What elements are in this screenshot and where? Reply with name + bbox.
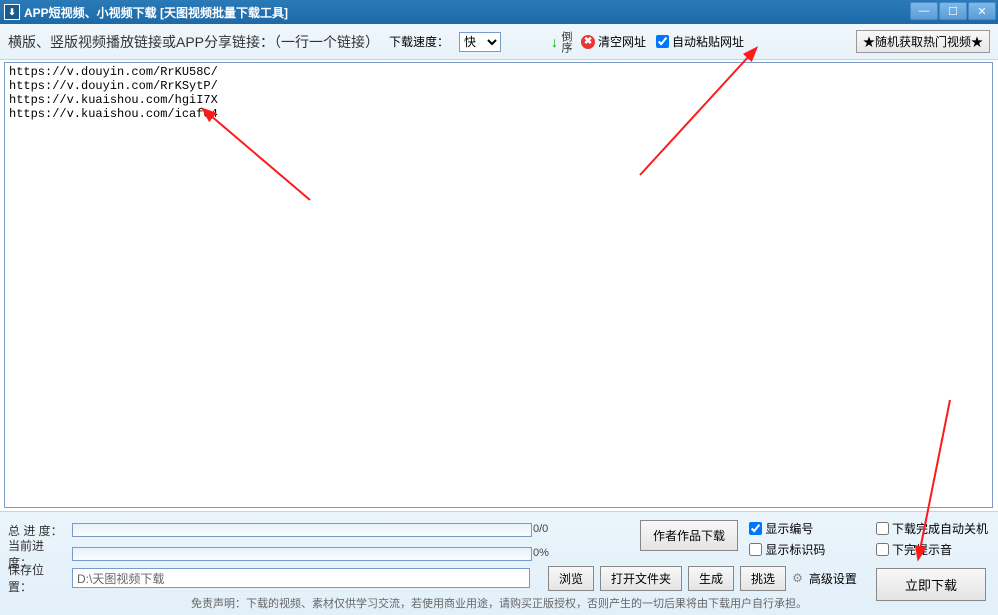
show-number-checkbox[interactable]: 显示编号 (749, 520, 825, 537)
clear-urls-button[interactable]: ✖ 清空网址 (581, 33, 646, 50)
close-button[interactable]: ✕ (968, 2, 996, 20)
disclaimer-text: 免责声明：下载的视频、素材仅供学习交流，若使用商业用途，请购买正版授权，否则产生… (0, 595, 998, 611)
show-code-label: 显示标识码 (765, 541, 825, 558)
speed-label: 下载速度： (389, 33, 449, 50)
total-progress-text: 0/0 (533, 523, 561, 535)
auto-paste-checkbox[interactable]: 自动粘贴网址 (656, 33, 744, 50)
auto-shutdown-label: 下载完成自动关机 (892, 520, 988, 537)
show-code-input[interactable] (749, 543, 762, 556)
total-progress-bar: 0/0 (72, 523, 532, 537)
show-number-label: 显示编号 (765, 520, 813, 537)
sort-label: 倒序 (560, 31, 571, 53)
save-path-input[interactable] (72, 568, 530, 588)
sort-button[interactable]: ↓ 倒序 (551, 31, 571, 53)
app-icon: ⬇ (4, 4, 20, 20)
show-code-checkbox[interactable]: 显示标识码 (749, 541, 825, 558)
bottom-panel: 总 进 度： 0/0 当前进度： 0% 保存位置： 浏览 打开文件夹 生成 挑选… (0, 511, 998, 615)
gear-icon: ⚙ (792, 571, 803, 585)
open-folder-button[interactable]: 打开文件夹 (600, 566, 682, 591)
minimize-button[interactable]: — (910, 2, 938, 20)
total-progress-label: 总 进 度： (8, 522, 66, 539)
show-number-input[interactable] (749, 522, 762, 535)
toolbar: 横版、竖版视频播放链接或APP分享链接：（一行一个链接） 下载速度： 快 ↓ 倒… (0, 24, 998, 60)
titlebar: ⬇ APP短视频、小视频下载 [天图视频批量下载工具] — ☐ ✕ (0, 0, 998, 24)
speed-select[interactable]: 快 (459, 32, 501, 52)
auto-shutdown-input[interactable] (876, 522, 889, 535)
window-title: APP短视频、小视频下载 [天图视频批量下载工具] (24, 4, 288, 21)
browse-button[interactable]: 浏览 (548, 566, 594, 591)
random-hot-button[interactable]: ★随机获取热门视频★ (856, 30, 990, 53)
mid-column: 作者作品下载 显示编号 显示标识码 (640, 520, 840, 558)
current-progress-bar: 0% (72, 547, 532, 561)
advanced-settings-link[interactable]: 高级设置 (809, 570, 857, 587)
right-column: 下载完成自动关机 下完提示音 立即下载 (876, 520, 988, 601)
clear-icon: ✖ (581, 35, 595, 49)
auto-paste-input[interactable] (656, 35, 669, 48)
author-works-button[interactable]: 作者作品下载 (640, 520, 738, 551)
current-progress-text: 0% (533, 547, 561, 559)
sound-label: 下完提示音 (892, 541, 952, 558)
sound-checkbox[interactable]: 下完提示音 (876, 541, 952, 558)
window-controls: — ☐ ✕ (910, 2, 996, 20)
maximize-button[interactable]: ☐ (939, 2, 967, 20)
down-arrow-icon: ↓ (551, 34, 558, 50)
url-instruction-label: 横版、竖版视频播放链接或APP分享链接：（一行一个链接） (8, 32, 379, 52)
auto-paste-label: 自动粘贴网址 (672, 33, 744, 50)
auto-shutdown-checkbox[interactable]: 下载完成自动关机 (876, 520, 988, 537)
clear-label: 清空网址 (598, 33, 646, 50)
generate-button[interactable]: 生成 (688, 566, 734, 591)
url-textarea[interactable] (4, 62, 993, 508)
save-path-label: 保存位置： (8, 561, 66, 595)
pick-button[interactable]: 挑选 (740, 566, 786, 591)
sound-input[interactable] (876, 543, 889, 556)
